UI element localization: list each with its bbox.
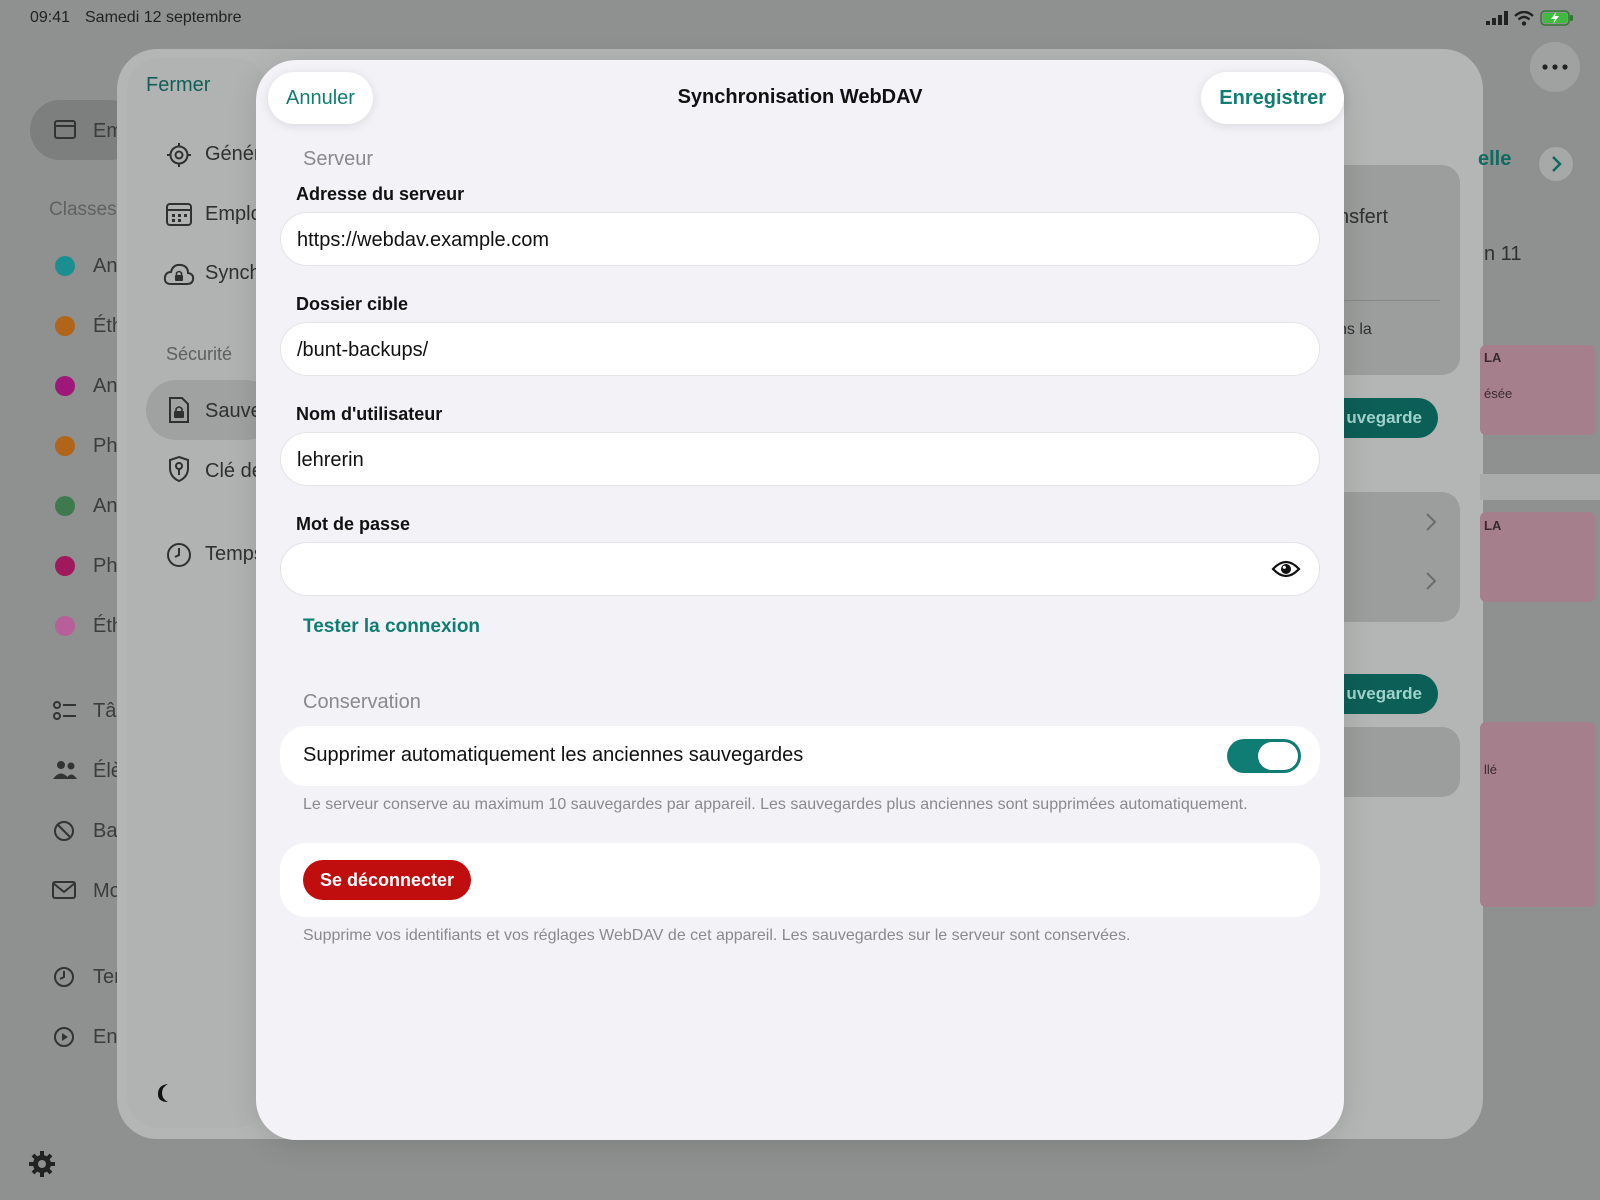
chevron-right-icon (1426, 572, 1437, 590)
signal-icon (1486, 11, 1508, 25)
clock-icon (167, 543, 191, 567)
calendar-icon (166, 203, 192, 226)
modal-title: Synchronisation WebDAV (677, 86, 923, 108)
security-header: Sécurité (166, 344, 233, 364)
password-input[interactable] (295, 543, 1259, 597)
settings-item-label[interactable]: Emplo (205, 203, 262, 226)
event-subtitle: llé (1484, 762, 1498, 777)
nav-item-label[interactable]: En (93, 1026, 117, 1049)
class-color-dot (55, 256, 75, 276)
logout-button[interactable]: Se déconnecter (303, 860, 472, 900)
target-folder-label: Dossier cible (296, 294, 409, 314)
document-lock-icon (169, 397, 189, 423)
toggle-knob (1258, 742, 1298, 770)
username-label: Nom d'utilisateur (296, 404, 443, 424)
settings-item-label[interactable]: Génér (205, 143, 261, 166)
play-circle-icon (54, 1027, 74, 1047)
people-icon (53, 761, 77, 779)
gear-icon[interactable] (28, 1150, 56, 1178)
class-item-label[interactable]: An (93, 255, 117, 278)
target-folder-field[interactable] (280, 322, 1320, 377)
server-address-input[interactable] (295, 213, 1259, 267)
checklist-icon (53, 701, 76, 720)
status-time: 09:41 (30, 9, 71, 26)
auto-delete-toggle[interactable] (1227, 739, 1301, 773)
status-date: Samedi 12 septembre (85, 9, 242, 26)
event-badge: LA (1484, 518, 1502, 533)
event-block (1480, 722, 1595, 907)
backup-button-label: uvegarde (1346, 684, 1422, 703)
class-item-label[interactable]: Ph (93, 555, 117, 578)
transfer-label: nsfert (1338, 206, 1389, 228)
nav-item-label[interactable]: Tâ (93, 700, 116, 723)
save-button[interactable]: Enregistrer (1201, 72, 1344, 124)
logout-note: Supprime vos identifiants et vos réglage… (303, 927, 1131, 944)
target-folder-input[interactable] (295, 323, 1259, 377)
settings-item-label[interactable]: Synch (205, 262, 261, 285)
eye-icon[interactable] (1271, 557, 1301, 581)
no-entry-icon (54, 821, 74, 841)
settings-item-label[interactable]: Sauve (205, 400, 262, 423)
calendar-icon (54, 120, 76, 139)
backup-button-label: uvegarde (1346, 408, 1422, 427)
clock-icon (54, 967, 74, 987)
settings-item-label[interactable]: Clé de (205, 460, 263, 483)
classes-header: Classes (49, 199, 117, 220)
server-section-header: Serveur (303, 148, 374, 170)
class-color-dot (55, 556, 75, 576)
password-field[interactable] (280, 542, 1320, 597)
server-address-label: Adresse du serveur (296, 184, 465, 204)
nav-item-label[interactable]: Ba (93, 820, 117, 843)
moon-icon[interactable] (153, 1082, 175, 1104)
gear-icon (167, 143, 191, 167)
event-badge: LA (1484, 350, 1502, 365)
test-connection-link[interactable]: Tester la connexion (303, 616, 480, 638)
battery-charging-icon (1540, 10, 1573, 26)
auto-delete-label: Supprimer automatiquement les anciennes … (303, 744, 804, 766)
username-field[interactable] (280, 432, 1320, 487)
count-fragment: n 11 (1484, 243, 1522, 265)
close-button[interactable]: Fermer (146, 74, 210, 97)
cloud-lock-icon (163, 263, 195, 285)
class-item-label[interactable]: Ph (93, 435, 117, 458)
password-label: Mot de passe (296, 514, 411, 534)
more-button[interactable] (1530, 42, 1580, 92)
chevron-right-icon (1426, 513, 1437, 531)
retention-note: Le serveur conserve au maximum 10 sauveg… (303, 796, 1248, 813)
class-color-dot (55, 436, 75, 456)
key-shield-icon (169, 455, 189, 483)
class-color-dot (55, 316, 75, 336)
username-input[interactable] (295, 433, 1259, 487)
status-icons (1486, 10, 1574, 26)
wifi-icon (1514, 10, 1534, 26)
server-address-field[interactable] (280, 212, 1320, 267)
row-bar (1480, 474, 1600, 500)
class-color-dot (55, 496, 75, 516)
nav-link-fragment[interactable]: elle (1478, 148, 1511, 171)
class-color-dot (55, 376, 75, 396)
chevron-right-icon[interactable] (1538, 146, 1574, 182)
ellipsis-icon (1542, 64, 1568, 70)
retention-section-header: Conservation (303, 691, 421, 713)
class-color-dot (55, 616, 75, 636)
mail-icon (52, 881, 76, 899)
divider (1340, 300, 1440, 301)
class-item-label[interactable]: An (93, 495, 117, 518)
event-subtitle: ésée (1484, 386, 1513, 401)
class-item-label[interactable]: An (93, 375, 117, 398)
